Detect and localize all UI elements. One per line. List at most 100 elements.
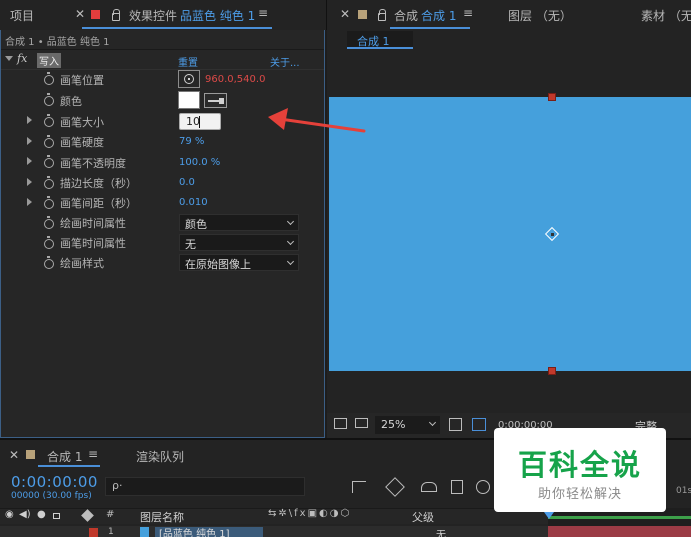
- eyedropper-icon[interactable]: [204, 93, 227, 108]
- lock-icon[interactable]: [112, 9, 120, 21]
- stopwatch-icon[interactable]: [44, 155, 54, 168]
- panel-menu-icon[interactable]: ≡: [463, 6, 473, 20]
- layer-name-field[interactable]: [品蓝色 纯色 1]: [155, 527, 263, 537]
- prop-paint-style-label: 绘画样式: [60, 257, 104, 270]
- expand-triangle-icon[interactable]: [27, 198, 32, 206]
- comp-mini-flowchart-icon[interactable]: [352, 481, 366, 493]
- stopwatch-icon[interactable]: [44, 236, 54, 249]
- col-parent[interactable]: 父级: [412, 509, 434, 525]
- expand-triangle-icon[interactable]: [5, 56, 13, 61]
- shy-layers-icon[interactable]: [421, 482, 437, 492]
- layer-label-color[interactable]: [89, 528, 98, 537]
- panel-menu-icon[interactable]: ≡: [88, 447, 98, 461]
- tab-composition-prefix[interactable]: 合成: [394, 7, 418, 24]
- lock-icon[interactable]: [378, 9, 386, 21]
- chevron-down-icon: [428, 418, 437, 427]
- stopwatch-icon[interactable]: [44, 216, 54, 229]
- reset-link[interactable]: 重置: [178, 54, 198, 69]
- fit-frame-icon[interactable]: [449, 418, 462, 431]
- divider: [0, 69, 325, 70]
- prop-stroke-length-label: 描边长度（秒）: [60, 177, 137, 190]
- timeline-search-input[interactable]: ρ·: [105, 477, 305, 496]
- tab-timeline-comp[interactable]: 合成 1: [47, 448, 82, 465]
- stopwatch-icon[interactable]: [44, 256, 54, 269]
- layer-handle-top[interactable]: [548, 93, 556, 101]
- about-link[interactable]: 关于...: [270, 54, 300, 69]
- expand-triangle-icon[interactable]: [27, 116, 32, 124]
- close-icon[interactable]: ✕: [340, 7, 350, 21]
- prop-brush-size-label: 画笔大小: [60, 116, 104, 129]
- brush-time-select[interactable]: 无: [179, 234, 299, 251]
- comp-sub-tab-label: 合成 1: [357, 35, 390, 48]
- solid-layer-icon: [140, 527, 149, 537]
- layer-handle-bottom[interactable]: [548, 367, 556, 375]
- tab-layer[interactable]: 图层 （无）: [508, 7, 572, 24]
- watermark-logo: 百科全说 助你轻松解决: [494, 428, 666, 512]
- table-row[interactable]: [0, 526, 548, 537]
- tab-render-queue[interactable]: 渲染队列: [136, 448, 184, 465]
- prop-brush-hardness-value[interactable]: 79 %: [179, 136, 204, 147]
- work-area-bar[interactable]: [548, 516, 691, 519]
- frame-blending-icon[interactable]: [451, 480, 463, 494]
- crosshair-target-icon[interactable]: [178, 70, 200, 88]
- stopwatch-icon[interactable]: [44, 93, 54, 106]
- prop-brush-position-value[interactable]: 960.0,540.0: [205, 74, 265, 85]
- expand-triangle-icon[interactable]: [27, 137, 32, 145]
- stopwatch-icon[interactable]: [44, 196, 54, 209]
- layer-duration-bar[interactable]: [548, 526, 691, 537]
- paint-time-select-value: 颜色: [185, 218, 207, 231]
- watermark-title: 百科全说: [517, 448, 642, 482]
- stopwatch-icon[interactable]: [44, 72, 54, 85]
- color-swatch[interactable]: [178, 91, 200, 109]
- comp-sub-tab[interactable]: 合成 1: [347, 31, 413, 49]
- prop-paint-time-label: 绘画时间属性: [60, 217, 126, 230]
- fx-icon[interactable]: fx: [17, 52, 27, 65]
- close-icon[interactable]: ✕: [9, 448, 19, 462]
- motion-blur-icon[interactable]: [476, 480, 490, 494]
- col-layer-name[interactable]: 图层名称: [140, 509, 184, 525]
- panel-menu-icon[interactable]: ≡: [258, 6, 268, 20]
- chevron-down-icon: [286, 237, 295, 246]
- tab-composition-name[interactable]: 合成 1: [421, 7, 456, 24]
- timeline-timecode[interactable]: 0:00:00:00: [11, 473, 98, 491]
- transparency-grid-icon[interactable]: [472, 418, 486, 431]
- lock-icon[interactable]: [53, 513, 60, 519]
- tab-effect-controls-prefix[interactable]: 效果控件: [129, 7, 177, 24]
- layer-switches-icons[interactable]: ⇆✲\fx▣◐◑⬡: [268, 508, 351, 519]
- paint-time-select[interactable]: 颜色: [179, 214, 299, 231]
- composition-viewer[interactable]: [329, 97, 691, 371]
- prop-brush-opacity-label: 画笔不透明度: [60, 157, 126, 170]
- prop-brush-spacing-value[interactable]: 0.010: [179, 197, 208, 208]
- anchor-point-icon[interactable]: [544, 226, 560, 242]
- expand-triangle-icon[interactable]: [27, 178, 32, 186]
- stopwatch-icon[interactable]: [44, 176, 54, 189]
- ruler-label: 01s: [676, 486, 691, 496]
- prop-stroke-length-value[interactable]: 0.0: [179, 177, 195, 188]
- layer-name: [品蓝色 纯色 1]: [159, 529, 230, 537]
- active-tab-indicator: [38, 465, 100, 467]
- tab-effect-controls-layer[interactable]: 品蓝色 纯色 1: [180, 7, 255, 24]
- close-icon[interactable]: ✕: [75, 7, 85, 21]
- paint-style-select[interactable]: 在原始图像上: [179, 254, 299, 271]
- monitor-icon[interactable]: [355, 418, 368, 428]
- audio-icon[interactable]: ◀): [19, 509, 31, 520]
- prop-brush-opacity-value[interactable]: 100.0 %: [179, 157, 220, 168]
- solo-icon[interactable]: ●: [37, 509, 46, 520]
- region-of-interest-icon[interactable]: [334, 418, 347, 429]
- tab-project[interactable]: 项目: [10, 7, 34, 24]
- tab-footage[interactable]: 素材 （无）: [641, 7, 691, 24]
- brush-time-select-value: 无: [185, 238, 196, 251]
- playhead-icon[interactable]: [544, 512, 554, 519]
- expand-triangle-icon[interactable]: [27, 157, 32, 165]
- eye-icon[interactable]: ◉: [5, 509, 14, 520]
- watermark-subtitle: 助你轻松解决: [537, 487, 622, 502]
- zoom-select[interactable]: 25%: [375, 416, 440, 434]
- effect-name-label[interactable]: 写入: [37, 53, 61, 68]
- divider: [0, 49, 325, 50]
- stopwatch-icon[interactable]: [44, 114, 54, 127]
- brush-size-input-value: 10: [186, 115, 200, 128]
- prop-brush-hardness-label: 画笔硬度: [60, 136, 104, 149]
- stopwatch-icon[interactable]: [44, 135, 54, 148]
- parent-select[interactable]: 无: [436, 526, 446, 537]
- brush-size-input[interactable]: 10: [179, 113, 221, 130]
